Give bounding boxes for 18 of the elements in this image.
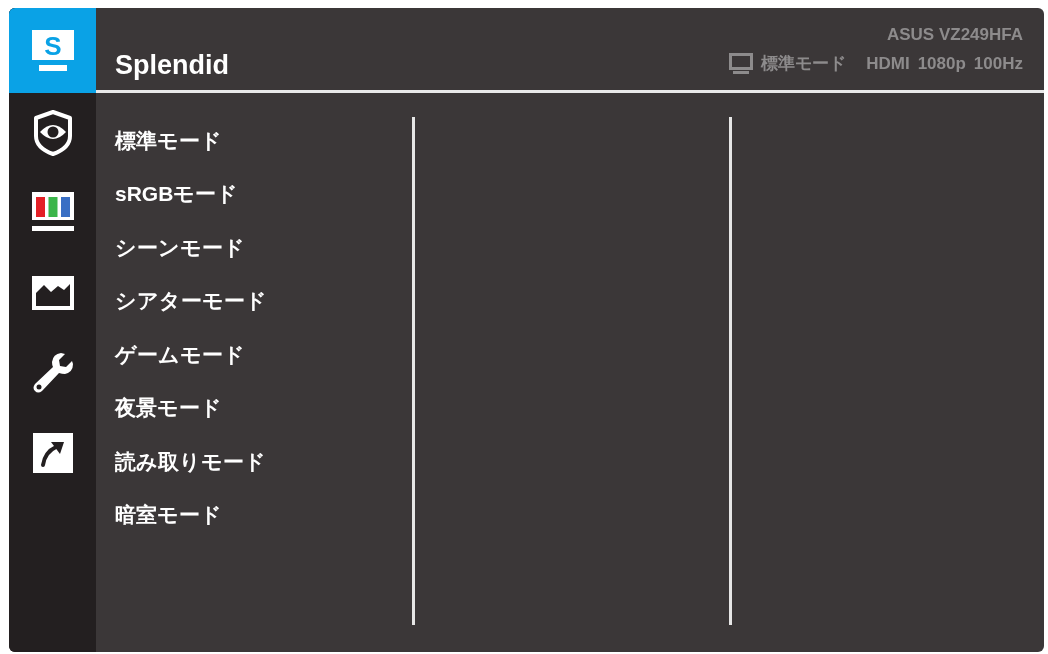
menu-item[interactable]: ゲームモード: [115, 340, 245, 369]
menu-item[interactable]: 夜景モード: [115, 394, 222, 423]
eye-shield-icon: [32, 110, 73, 156]
menu-item[interactable]: sRGBモード: [115, 180, 239, 209]
menu-title: Splendid: [115, 49, 229, 81]
resolution: 1080p: [917, 54, 966, 74]
menu-item[interactable]: 標準モード: [115, 126, 222, 155]
menu-item[interactable]: シーンモード: [115, 233, 245, 262]
monitor-icon: [729, 53, 754, 75]
current-mode: 標準モード: [761, 54, 847, 74]
landscape-icon: [30, 275, 75, 311]
input-source: HDMI: [866, 54, 910, 74]
color-bars-icon: [30, 192, 75, 234]
menu-item[interactable]: シアターモード: [115, 287, 267, 316]
menu-item[interactable]: 暗室モード: [115, 501, 222, 530]
refresh-rate: 100Hz: [973, 54, 1023, 74]
model-name: ASUS VZ249HFA: [886, 25, 1023, 45]
menu-item[interactable]: 読み取りモード: [115, 447, 266, 476]
